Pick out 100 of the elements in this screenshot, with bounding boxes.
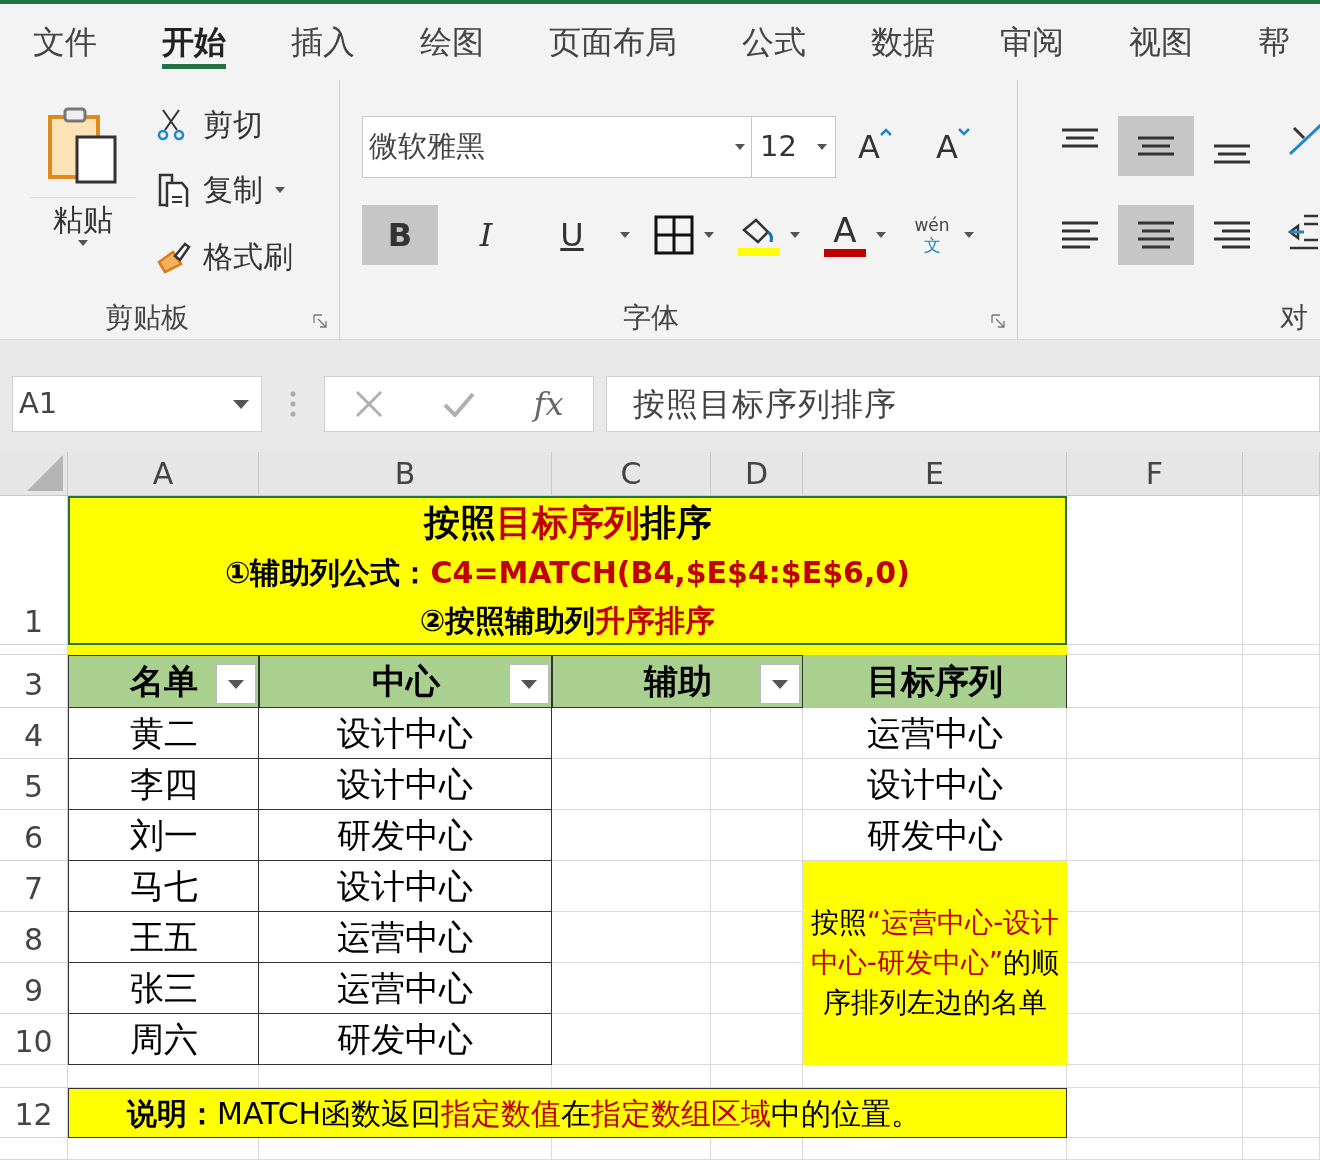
header-cell-text: 中心 (371, 660, 440, 703)
dialog-launcher-icon (313, 314, 327, 328)
table-cell: 研发中心 (259, 1014, 552, 1065)
insert-function-button[interactable]: fx (533, 380, 564, 428)
column-header[interactable]: D (711, 452, 803, 496)
table-cell: 黄二 (68, 708, 259, 759)
caret-icon (704, 232, 714, 238)
font-color-button[interactable]: A (824, 213, 866, 257)
ribbon-tab[interactable]: 数据 (871, 20, 935, 69)
italic-button[interactable]: I (448, 205, 524, 265)
cancel-icon (354, 389, 385, 419)
column-header[interactable]: C (552, 452, 711, 496)
dialog-launcher-icon (991, 314, 1005, 328)
alignment-icon (1138, 221, 1174, 249)
table-cell: 运营中心 (803, 708, 1067, 759)
ribbon-tab[interactable]: 审阅 (1000, 20, 1064, 69)
caret-icon (964, 232, 974, 238)
title-line: 按照目标序列排序 (423, 500, 712, 545)
drag-handle-icon (290, 391, 296, 417)
caret-icon (772, 679, 788, 689)
table-cell: 设计中心 (259, 861, 552, 912)
filter-button[interactable] (509, 664, 549, 704)
table-cell: 李四 (68, 759, 259, 810)
caret-icon (78, 240, 88, 246)
select-all-icon (27, 455, 63, 491)
format-painter-button[interactable]: 格式刷 (157, 237, 293, 277)
table-cell: 张三 (68, 963, 259, 1014)
caret-icon (521, 679, 537, 689)
column-header[interactable]: B (259, 452, 552, 496)
row-header[interactable]: 6 (0, 810, 68, 861)
row-header[interactable]: 4 (0, 708, 68, 759)
table-cell: 研发中心 (259, 810, 552, 861)
caret-icon (790, 232, 800, 238)
table-cell: 刘一 (68, 810, 259, 861)
table-cell: 王五 (68, 912, 259, 963)
alignment-icon (1214, 221, 1250, 249)
check-icon (443, 391, 476, 417)
group-label: 剪贴板 (105, 300, 189, 336)
phonetic-button[interactable]: wén 文 (910, 215, 954, 255)
ribbon-tab[interactable]: 公式 (742, 20, 806, 69)
column-header[interactable]: A (68, 452, 259, 496)
brush-icon (157, 240, 191, 274)
row-header[interactable]: 9 (0, 963, 68, 1014)
row-header[interactable]: 12 (0, 1088, 68, 1138)
row-header[interactable]: 7 (0, 861, 68, 912)
table-cell: 周六 (68, 1014, 259, 1065)
ribbon-tab[interactable]: 帮 (1258, 20, 1290, 69)
font-name-dropdown[interactable]: 微软雅黑 (362, 116, 752, 178)
shrink-font-button[interactable]: A (936, 122, 992, 172)
copy-icon (157, 173, 191, 207)
ribbon-tab[interactable]: 页面布局 (549, 20, 677, 69)
name-box[interactable]: A1 (12, 376, 262, 432)
title-line: ②按照辅助列升序排序 (419, 601, 716, 640)
header-cell-text: 名单 (129, 660, 198, 703)
clipboard-icon (47, 107, 119, 185)
note-text: 按照“运营中心-设计中心-研发中心”的顺序排列左边的名单 (809, 905, 1061, 1021)
center-button[interactable] (1118, 205, 1194, 265)
table-cell: 设计中心 (803, 759, 1067, 810)
caret-up-icon (879, 128, 892, 136)
alignment-icon (1062, 221, 1098, 249)
cut-button[interactable]: 剪切 (157, 105, 263, 145)
header-cell-text: 辅助 (643, 660, 712, 703)
table-cell: 研发中心 (803, 810, 1067, 861)
middle-align-button[interactable] (1118, 116, 1194, 176)
row-header[interactable]: 10 (0, 1014, 68, 1065)
caret-icon (620, 232, 630, 238)
alignment-icon (1214, 144, 1250, 164)
caret-icon (817, 144, 827, 150)
row-header[interactable]: 1 (0, 496, 68, 645)
title-line: ①辅助列公式：C4=MATCH(B4,$E$4:$E$6,0) (225, 553, 910, 592)
caret-down-icon (957, 128, 970, 136)
table-cell: 设计中心 (259, 759, 552, 810)
row-header[interactable]: 3 (0, 655, 68, 708)
filter-button[interactable] (760, 664, 800, 704)
caret-icon (228, 679, 244, 689)
row-header[interactable]: 5 (0, 759, 68, 810)
alignment-icon (1062, 128, 1098, 148)
underline-button[interactable]: U (534, 205, 610, 265)
bold-button[interactable]: B (362, 205, 438, 265)
caret-icon (275, 187, 285, 193)
column-header[interactable]: F (1067, 452, 1243, 496)
group-label: 对 (1280, 300, 1308, 336)
row-header[interactable]: 8 (0, 912, 68, 963)
ribbon-tab[interactable]: 视图 (1129, 20, 1193, 69)
table-cell: 运营中心 (259, 963, 552, 1014)
grow-font-button[interactable]: A (858, 122, 914, 172)
ribbon-tab[interactable]: 插入 (291, 20, 355, 69)
paste-button[interactable]: 粘贴 (30, 102, 136, 277)
footer-note: 说明：MATCH函数返回指定数值在指定数组区域中的位置。 (127, 1094, 922, 1133)
ribbon-tab[interactable]: 绘图 (420, 20, 484, 69)
formula-input[interactable]: 按照目标序列排序 (606, 376, 1320, 432)
column-header[interactable]: E (803, 452, 1067, 496)
ribbon-tab[interactable]: 文件 (33, 20, 97, 69)
filter-button[interactable] (216, 664, 256, 704)
table-cell: 设计中心 (259, 708, 552, 759)
copy-button[interactable]: 复制 (157, 170, 285, 210)
ribbon-tab[interactable]: 开始 (162, 20, 226, 69)
font-size-dropdown[interactable]: 12 (752, 116, 836, 178)
header-cell-text: 目标序列 (866, 660, 1003, 703)
caret-icon (735, 144, 745, 150)
